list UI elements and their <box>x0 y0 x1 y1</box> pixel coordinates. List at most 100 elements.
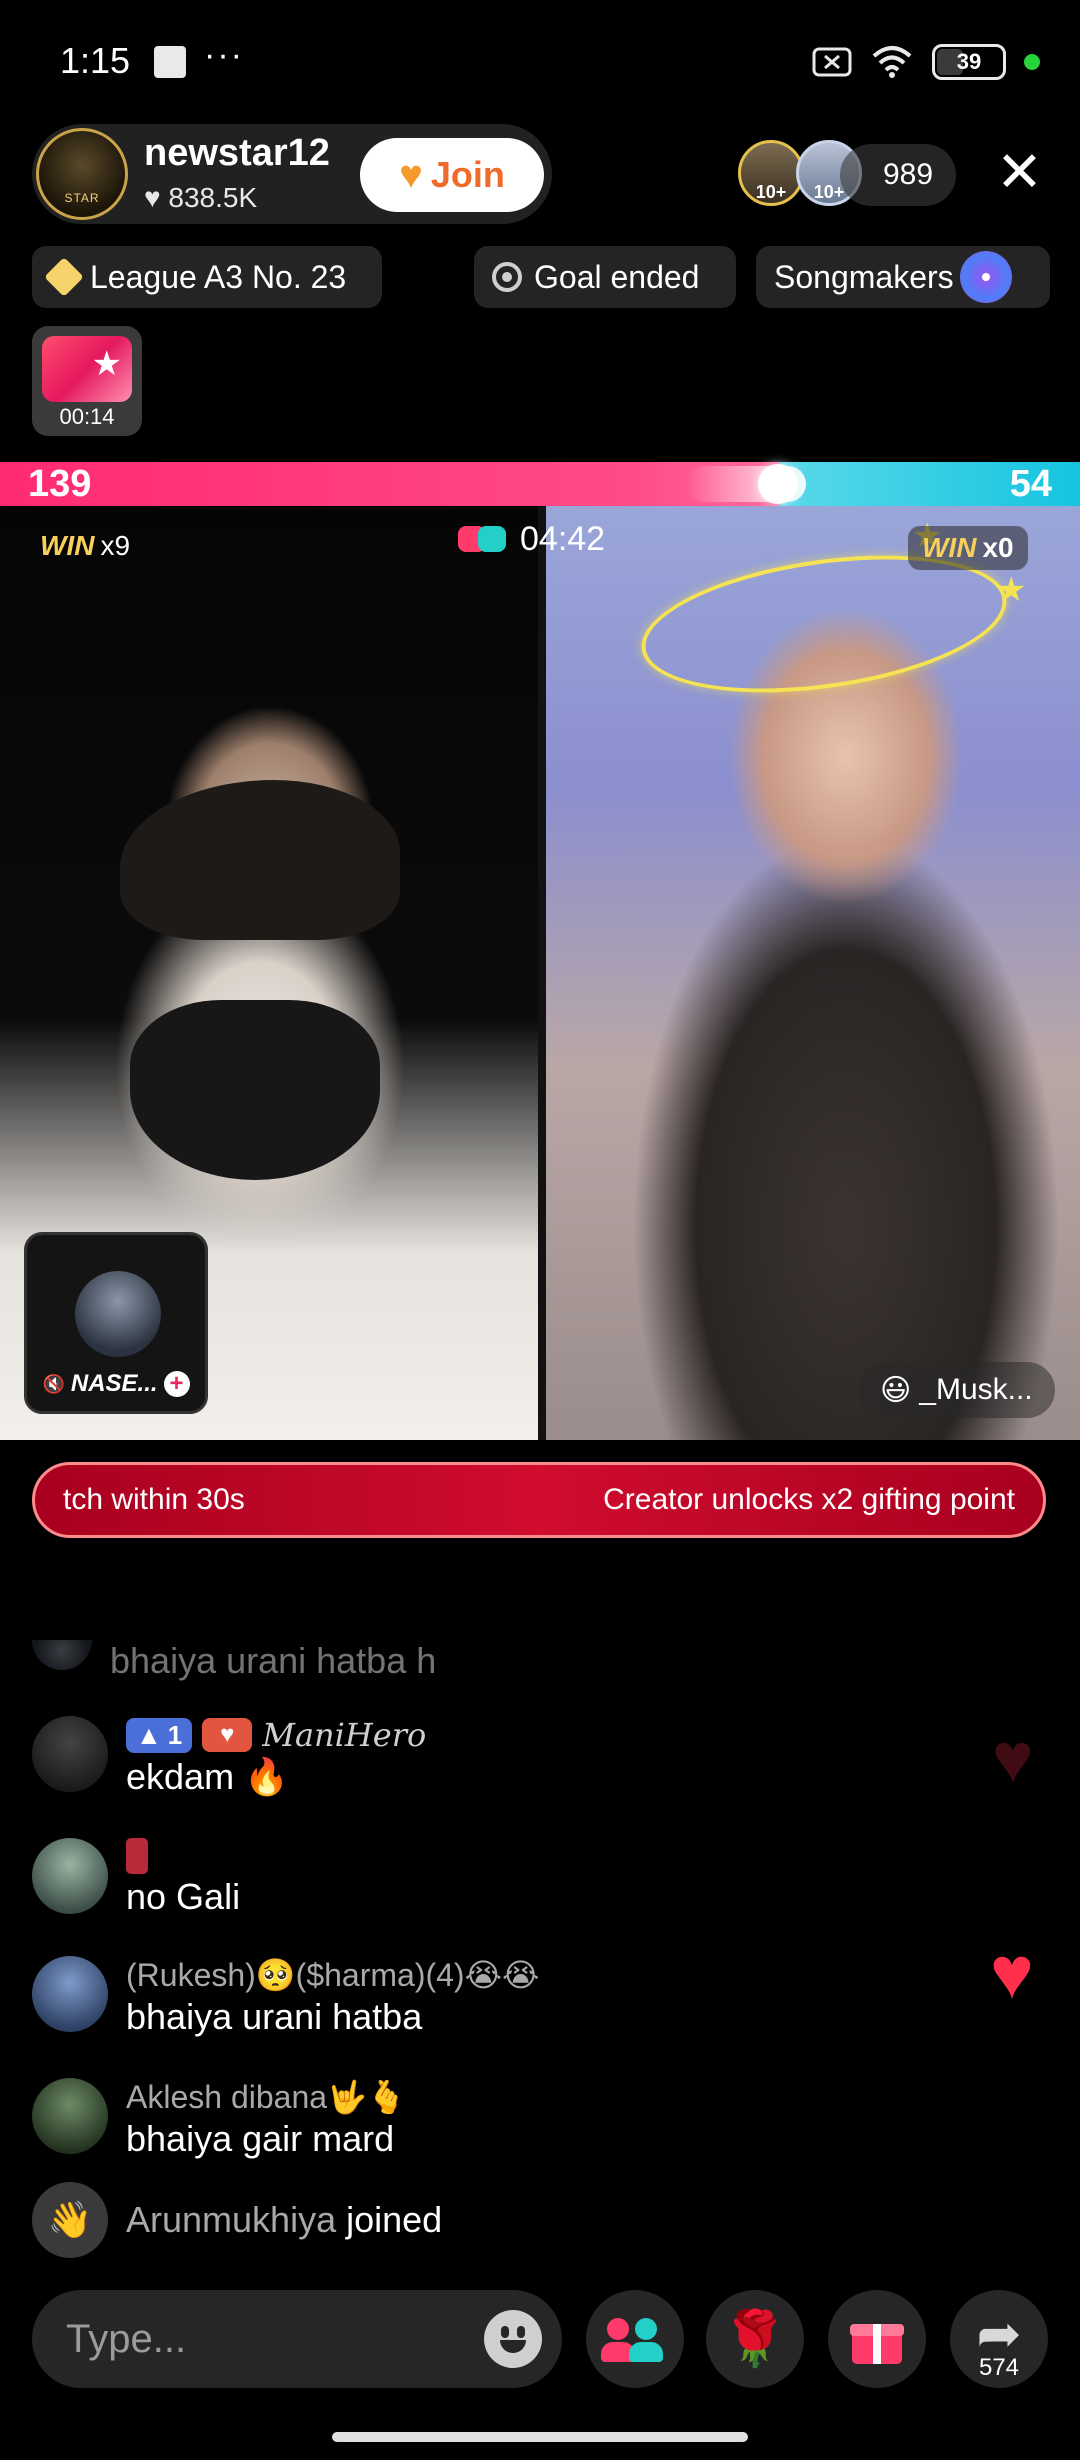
gifting-banner[interactable]: tch within 30s Creator unlocks x2 giftin… <box>32 1462 1046 1538</box>
gift-icon <box>850 2314 904 2364</box>
comment-text: bhaiya gair mard <box>126 2118 395 2159</box>
comment-input-placeholder: Type... <box>66 2316 187 2361</box>
video-divider <box>538 506 546 1440</box>
commenter-name[interactable]: (Rukesh)🥺($harma)(4)😭😭 <box>126 1956 539 1994</box>
viewer-count-text: 989 <box>882 158 934 191</box>
notification-icon <box>154 46 186 78</box>
commenter-avatar[interactable] <box>32 1956 108 2032</box>
wifi-icon <box>872 46 912 78</box>
comment-item[interactable]: no Gali <box>32 1838 240 1918</box>
multi-guest-button[interactable] <box>586 2290 684 2388</box>
smile-emoji-icon: 😃 <box>880 1373 912 1407</box>
comment-item[interactable]: ▲ 1 ♥ ManiHero ekdam 🔥 <box>32 1716 426 1798</box>
score-bar-left <box>0 462 780 506</box>
more-notifications-icon: ··· <box>204 36 244 74</box>
commenter-avatar[interactable] <box>32 1838 108 1914</box>
commenter-avatar[interactable] <box>32 1716 108 1792</box>
viewer-count[interactable]: 989 <box>840 144 956 206</box>
heart-plus-icon: ♥ <box>399 152 423 197</box>
score-left-value: 139 <box>28 463 92 505</box>
battery-level: 39 <box>956 49 982 74</box>
rank-number: 1 <box>167 1719 183 1750</box>
wave-hand-icon: 👋 <box>32 2182 108 2258</box>
guest-avatar <box>75 1271 161 1357</box>
songmakers-label: Songmakers <box>774 258 954 295</box>
join-event: 👋 Arunmukhiya joined <box>32 2182 442 2258</box>
league-chip[interactable]: League A3 No. 23 <box>32 246 382 308</box>
banner-left-text: tch within 30s <box>63 1483 245 1516</box>
guest-tile[interactable]: 🔇 NASE... + <box>24 1232 208 1414</box>
status-icons: 39 <box>812 44 1040 80</box>
opponent-name: _Musk... <box>919 1373 1033 1406</box>
commenter-name[interactable]: Aklesh dibana🤟🫰 <box>126 2078 407 2116</box>
commenter-avatar[interactable] <box>32 2078 108 2154</box>
joined-action: joined <box>346 2199 443 2240</box>
gift-box-timer[interactable]: 00:14 <box>32 326 142 436</box>
star-icon: ★ <box>996 571 1027 609</box>
viewer-badge: 10+ <box>755 182 787 202</box>
gift-button[interactable] <box>828 2290 926 2388</box>
guest-name: NASE... <box>70 1370 158 1397</box>
rose-icon: 🌹 <box>721 2308 789 2369</box>
follow-plus-icon[interactable]: + <box>163 1370 190 1397</box>
battle-timer: 04:42 <box>458 514 605 564</box>
comment-item[interactable]: bhaiya urani hatba h <box>32 1640 436 1682</box>
commenter-name-row <box>126 1838 240 1874</box>
floating-heart-icon: ♥ <box>992 1719 1034 1797</box>
comment-text: no Gali <box>126 1876 241 1917</box>
comment-text: bhaiya urani hatba h <box>110 1640 437 1681</box>
join-button[interactable]: ♥ Join <box>360 138 544 212</box>
rose-gift-button[interactable]: 🌹 <box>706 2290 804 2388</box>
host-video-mask <box>130 1000 380 1180</box>
battle-score-bar: 139 54 <box>0 462 1080 506</box>
opponent-name-tag[interactable]: 😃 _Musk... <box>858 1362 1055 1418</box>
gift-timer-text: 00:14 <box>59 404 115 429</box>
comment-item[interactable]: (Rukesh)🥺($harma)(4)😭😭 bhaiya urani hatb… <box>32 1956 539 2038</box>
privacy-indicator-icon <box>1024 54 1040 70</box>
floating-heart-icon: ♥ <box>990 1931 1034 2014</box>
guest-bar: 🔇 NASE... + <box>27 1367 205 1401</box>
win-label: WIN <box>40 530 95 561</box>
music-disc-icon <box>959 251 1012 303</box>
comment-text: ekdam 🔥 <box>126 1756 289 1797</box>
tag-badge-icon <box>126 1838 148 1874</box>
goal-chip[interactable]: Goal ended <box>474 246 736 308</box>
league-label: League A3 No. 23 <box>90 258 347 295</box>
host-name[interactable]: newstar12 <box>144 132 330 175</box>
comment-input[interactable]: Type... <box>32 2290 562 2388</box>
home-indicator[interactable] <box>332 2432 748 2442</box>
rank-badge: ▲ 1 <box>126 1717 193 1753</box>
boxing-gloves-icon <box>458 524 506 554</box>
close-icon[interactable]: ✕ <box>996 142 1043 202</box>
avatar-badge-text: STAR <box>64 191 100 205</box>
goal-label: Goal ended <box>534 258 700 295</box>
commenter-name[interactable]: ManiHero <box>262 1716 426 1754</box>
viewer-badge: 10+ <box>813 182 845 202</box>
fan-club-badge-icon: ♥ <box>202 1718 253 1752</box>
comment-text: bhaiya urani hatba <box>126 1996 423 2037</box>
win-count: x9 <box>100 530 131 561</box>
host-likes: ♥ 838.5K <box>144 182 258 213</box>
battery-icon: 39 <box>932 44 1006 80</box>
share-button[interactable]: ➦ 574 <box>950 2290 1048 2388</box>
treasure-box-icon <box>42 336 132 402</box>
emoji-icon[interactable] <box>484 2310 542 2368</box>
comment-item[interactable]: Aklesh dibana🤟🫰 bhaiya gair mard <box>32 2078 407 2160</box>
muted-speaker-icon: 🔇 <box>42 1373 65 1394</box>
share-count: 574 <box>978 2354 1020 2381</box>
score-right-value: 54 <box>1009 463 1052 505</box>
battle-timer-text: 04:42 <box>520 519 606 558</box>
diamond-icon <box>44 257 84 297</box>
win-streak-right: WIN x0 <box>908 526 1028 570</box>
win-label: WIN <box>922 532 977 563</box>
win-count: x0 <box>982 532 1014 563</box>
songmakers-chip[interactable]: Songmakers <box>756 246 1050 308</box>
no-sim-icon <box>812 47 852 77</box>
people-icon <box>601 2314 665 2364</box>
score-divider-knob <box>758 464 798 504</box>
joined-user[interactable]: Arunmukhiya <box>126 2199 336 2240</box>
status-time: 1:15 <box>60 40 131 81</box>
top-viewer-avatar[interactable]: 10+ <box>738 140 804 206</box>
commenter-avatar[interactable] <box>32 1640 92 1670</box>
host-avatar[interactable]: STAR <box>36 128 128 220</box>
